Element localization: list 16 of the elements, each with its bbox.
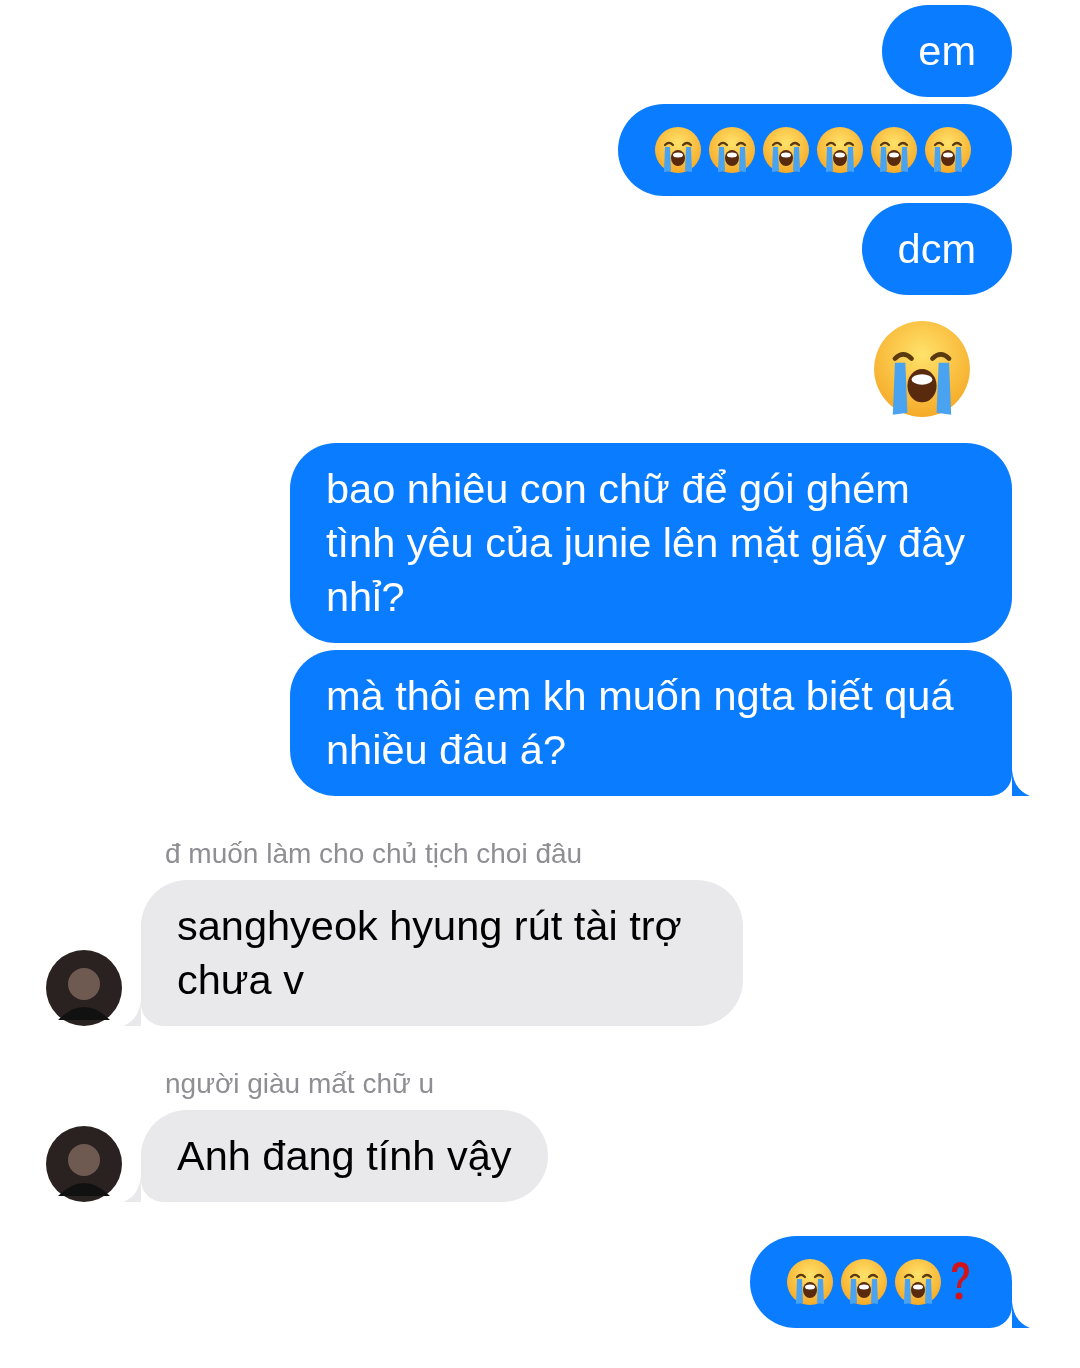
crying-face-icon bbox=[762, 126, 810, 174]
sender-name: đ muốn làm cho chủ tịch choi đâu bbox=[165, 838, 583, 870]
crying-face-icon bbox=[654, 126, 702, 174]
message-bubble: em bbox=[882, 5, 1012, 97]
message-bubble: dcm bbox=[861, 203, 1012, 295]
crying-face-icon bbox=[924, 126, 972, 174]
crying-face-icon bbox=[786, 1258, 834, 1306]
message-bubble: bao nhiêu con chữ để gói ghém tình yêu của junie lên mặt giấy đây nhỉ? bbox=[290, 443, 1012, 643]
crying-face-icon bbox=[840, 1258, 888, 1306]
crying-face-icon bbox=[708, 126, 756, 174]
crying-face-icon bbox=[894, 1258, 942, 1306]
crying-face-icon bbox=[816, 126, 864, 174]
bubble-tail bbox=[1012, 770, 1030, 796]
sender-name: người giàu mất chữ u bbox=[165, 1068, 435, 1100]
crying-face-icon bbox=[870, 126, 918, 174]
crying-face-icon bbox=[872, 319, 972, 419]
